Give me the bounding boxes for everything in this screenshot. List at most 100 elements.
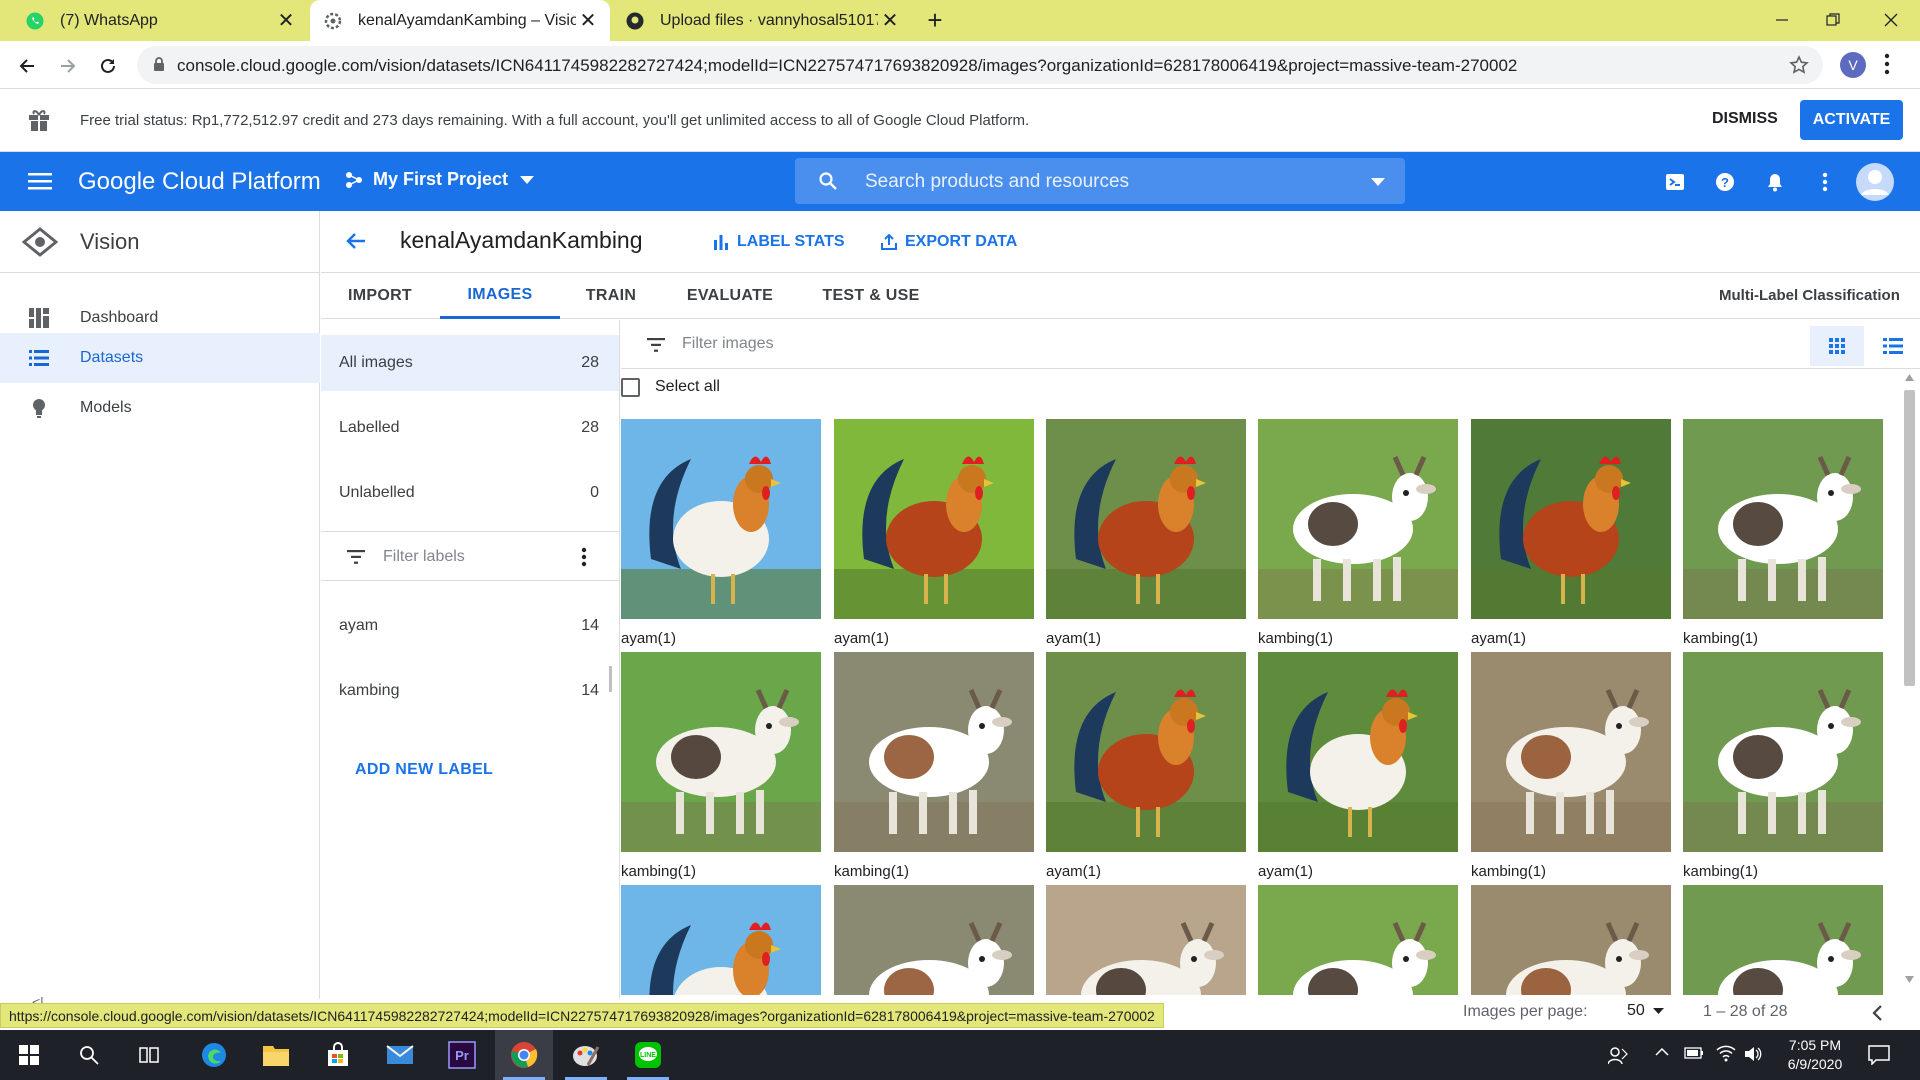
list-icon — [28, 347, 50, 369]
system-clock[interactable]: 7:05 PM 6/9/2020 — [1760, 1036, 1870, 1074]
people-icon[interactable] — [1608, 1045, 1628, 1065]
tab-test-and-use[interactable]: TEST & USE — [801, 273, 941, 319]
filter-labelled[interactable]: Labelled 28 — [321, 400, 619, 456]
sidebar-item-models[interactable]: Models — [0, 383, 320, 433]
restore-icon[interactable] — [1808, 0, 1858, 40]
forward-arrow-icon[interactable] — [51, 49, 85, 83]
minimize-icon[interactable] — [1757, 0, 1807, 40]
image-thumbnail-rooster[interactable] — [621, 419, 821, 619]
battery-icon[interactable] — [1684, 1047, 1704, 1059]
tab-whatsapp[interactable]: (7) WhatsApp ✕ — [0, 0, 308, 41]
image-label-caption: ayam(1) — [834, 630, 890, 647]
store-icon[interactable] — [309, 1030, 367, 1080]
tab-import[interactable]: IMPORT — [321, 273, 439, 319]
image-thumbnail-rooster[interactable] — [1046, 652, 1246, 852]
select-all-checkbox[interactable]: Select all — [621, 372, 720, 402]
list-view-toggle[interactable] — [1873, 326, 1913, 366]
image-thumbnail-goat[interactable] — [834, 652, 1034, 852]
search-input[interactable]: Search products and resources — [795, 158, 1405, 204]
mail-icon[interactable] — [371, 1030, 429, 1080]
tab-vision[interactable]: kenalAyamdanKambing – Vision ✕ — [310, 0, 610, 41]
bookmark-star-icon[interactable] — [1789, 55, 1809, 75]
close-tab-icon[interactable]: ✕ — [274, 9, 298, 33]
hamburger-menu-icon[interactable] — [28, 172, 52, 190]
image-label-caption: ayam(1) — [1258, 863, 1314, 880]
image-thumbnail-goat[interactable] — [621, 652, 821, 852]
image-thumbnail-goat[interactable] — [1046, 885, 1246, 995]
gcp-logo-title[interactable]: Google Cloud Platform — [78, 168, 321, 196]
grid-view-toggle[interactable] — [1810, 326, 1864, 366]
tab-github-upload[interactable]: Upload files · vannyhosal510170 ✕ — [612, 0, 912, 41]
notification-center-icon[interactable] — [1868, 1045, 1890, 1065]
activate-button[interactable]: ACTIVATE — [1800, 100, 1903, 140]
image-label-caption: ayam(1) — [1046, 630, 1102, 647]
help-icon[interactable]: ? — [1712, 169, 1738, 195]
more-vert-icon[interactable] — [581, 547, 587, 567]
edge-browser-icon[interactable] — [185, 1030, 243, 1080]
profile-avatar[interactable]: V — [1840, 52, 1866, 78]
image-thumbnail-goat[interactable] — [1258, 419, 1458, 619]
back-arrow-icon[interactable] — [10, 49, 44, 83]
export-data-button[interactable]: EXPORT DATA — [881, 233, 1017, 251]
images-per-page-select[interactable]: 50 — [1627, 1002, 1664, 1020]
scroll-thumb[interactable] — [1904, 390, 1915, 686]
label-list-scrollbar[interactable] — [609, 666, 612, 692]
label-item-ayam[interactable]: ayam 14 — [321, 598, 619, 654]
windows-start-icon[interactable] — [0, 1030, 58, 1080]
project-selector[interactable]: My First Project — [345, 169, 535, 190]
paint-app-icon[interactable] — [557, 1030, 615, 1080]
new-tab-button[interactable]: + — [918, 0, 952, 41]
image-label-caption: kambing(1) — [834, 863, 910, 880]
account-avatar-icon[interactable] — [1855, 162, 1895, 202]
image-label-caption: kambing(1) — [621, 863, 697, 880]
tab-train[interactable]: TRAIN — [561, 273, 661, 319]
image-filter-bar: Filter images — [621, 320, 1920, 369]
back-arrow-icon[interactable] — [345, 231, 367, 251]
taskbar-search-icon[interactable] — [60, 1030, 118, 1080]
image-thumbnail-goat[interactable] — [1471, 652, 1671, 852]
sidebar-item-datasets[interactable]: Datasets — [0, 333, 320, 383]
wifi-icon[interactable] — [1716, 1044, 1736, 1062]
image-thumbnail-rooster[interactable] — [834, 419, 1034, 619]
label-item-kambing[interactable]: kambing 14 — [321, 663, 619, 719]
image-thumbnail-goat[interactable] — [1471, 885, 1671, 995]
image-thumbnail-goat[interactable] — [1683, 652, 1883, 852]
image-thumbnail-goat[interactable] — [1683, 419, 1883, 619]
premiere-pro-icon[interactable]: Pr — [433, 1030, 491, 1080]
filter-images-input[interactable]: Filter images — [682, 335, 774, 353]
label-stats-button[interactable]: LABEL STATS — [713, 233, 845, 251]
chrome-icon[interactable] — [495, 1030, 553, 1080]
image-label-caption: kambing(1) — [1471, 863, 1547, 880]
image-thumbnail-rooster[interactable] — [1046, 419, 1246, 619]
image-grid-scrollbar[interactable] — [1901, 372, 1918, 987]
close-tab-icon[interactable]: ✕ — [878, 9, 902, 33]
tray-chevron-up-icon[interactable] — [1655, 1048, 1669, 1056]
image-thumbnail-goat[interactable] — [834, 885, 1034, 995]
image-thumbnail-rooster[interactable] — [621, 885, 821, 995]
reload-icon[interactable] — [91, 49, 125, 83]
notifications-bell-icon[interactable] — [1762, 169, 1788, 195]
more-vert-icon[interactable] — [1812, 169, 1838, 195]
cloud-shell-icon[interactable] — [1662, 169, 1688, 195]
image-thumbnail-rooster[interactable] — [1258, 652, 1458, 852]
add-new-label-button[interactable]: ADD NEW LABEL — [355, 761, 493, 779]
dismiss-button[interactable]: DISMISS — [1712, 110, 1778, 128]
filter-unlabelled[interactable]: Unlabelled 0 — [321, 465, 619, 521]
previous-page-icon[interactable] — [1871, 1004, 1883, 1022]
tab-images[interactable]: IMAGES — [440, 273, 560, 319]
file-explorer-icon[interactable] — [247, 1030, 305, 1080]
address-bar[interactable]: console.cloud.google.com/vision/datasets… — [137, 46, 1823, 84]
line-app-icon[interactable]: LINE — [619, 1030, 677, 1080]
task-view-icon[interactable] — [120, 1030, 178, 1080]
image-thumbnail-goat[interactable] — [1258, 885, 1458, 995]
close-window-icon[interactable] — [1866, 0, 1916, 40]
url-text: console.cloud.google.com/vision/datasets… — [177, 56, 1518, 75]
tab-evaluate[interactable]: EVALUATE — [665, 273, 795, 319]
filter-all-images[interactable]: All images 28 — [321, 335, 619, 391]
filter-labels-input[interactable]: Filter labels — [321, 531, 619, 581]
image-thumbnail-rooster[interactable] — [1471, 419, 1671, 619]
image-thumbnail-goat[interactable] — [1683, 885, 1883, 995]
search-dropdown-icon[interactable] — [1371, 178, 1385, 186]
browser-menu-icon[interactable] — [1884, 53, 1890, 75]
close-tab-icon[interactable]: ✕ — [576, 9, 600, 33]
